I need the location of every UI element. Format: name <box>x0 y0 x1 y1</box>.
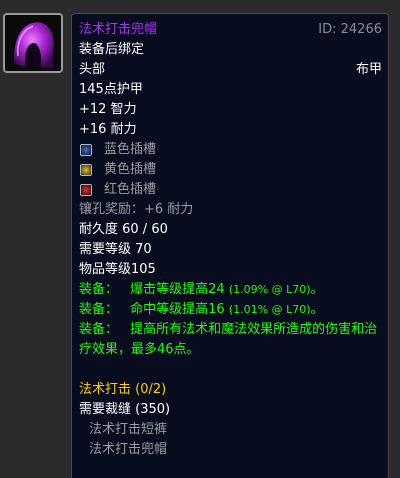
item-tooltip: 法术打击兜帽 ID: 24266 装备后绑定 头部 布甲 145点护甲 +12 … <box>71 13 389 478</box>
equip-note: (1.09% @ L70) <box>228 283 311 296</box>
binding-text: 装备后绑定 <box>79 42 145 57</box>
equip-effect: 装备： 提高所有法术和魔法效果所造成的伤害和治疗效果，最多46点。 <box>79 320 382 360</box>
slot-text: 头部 <box>79 62 106 77</box>
equip-text[interactable]: 命中等级提高16 <box>130 302 225 317</box>
armor-type-text: 布甲 <box>355 62 382 77</box>
equip-suffix: 。 <box>310 282 324 297</box>
equip-prefix: 装备： <box>79 322 119 337</box>
equip-suffix: 。 <box>310 302 324 317</box>
socket-row-red: 红色插槽 <box>79 180 382 200</box>
equip-prefix: 装备： <box>79 282 119 297</box>
set-name[interactable]: 法术打击 (0/2) <box>79 380 382 400</box>
equip-effect: 装备： 爆击等级提高24 (1.09% @ L70)。 <box>79 280 382 300</box>
stat-line: +16 耐力 <box>79 122 137 137</box>
set-piece[interactable]: 法术打击兜帽 <box>79 440 382 460</box>
equip-note: (1.01% @ L70) <box>228 303 311 316</box>
socket-bonus: 镶孔奖励：+6 耐力 <box>79 202 194 217</box>
set-requirement: 需要裁缝 (350) <box>79 402 171 417</box>
item-id: ID: 24266 <box>318 22 382 37</box>
set-piece[interactable]: 法术打击短裤 <box>79 420 382 440</box>
armor-value: 145点护甲 <box>79 82 143 97</box>
item-level: 物品等级105 <box>79 262 156 277</box>
required-level: 需要等级 70 <box>79 242 152 257</box>
equip-text[interactable]: 爆击等级提高24 <box>130 282 225 297</box>
item-name[interactable]: 法术打击兜帽 <box>79 20 157 40</box>
durability: 耐久度 60 / 60 <box>79 222 168 237</box>
purple-hood-icon <box>5 15 61 71</box>
yellow-socket-icon <box>80 164 92 176</box>
socket-row-blue: 蓝色插槽 <box>79 140 382 160</box>
equip-effect: 装备： 命中等级提高16 (1.01% @ L70)。 <box>79 300 382 320</box>
socket-label: 蓝色插槽 <box>104 142 157 157</box>
stat-line: +12 智力 <box>79 102 137 117</box>
socket-row-yellow: 黄色插槽 <box>79 160 382 180</box>
socket-label: 黄色插槽 <box>104 162 157 177</box>
equip-text[interactable]: 提高所有法术和魔法效果所造成的伤害和治疗效果，最多46点。 <box>79 322 377 357</box>
red-socket-icon <box>80 184 92 196</box>
socket-label: 红色插槽 <box>104 182 157 197</box>
blue-socket-icon <box>80 144 92 156</box>
item-icon-frame[interactable] <box>3 13 63 73</box>
equip-prefix: 装备： <box>79 302 119 317</box>
